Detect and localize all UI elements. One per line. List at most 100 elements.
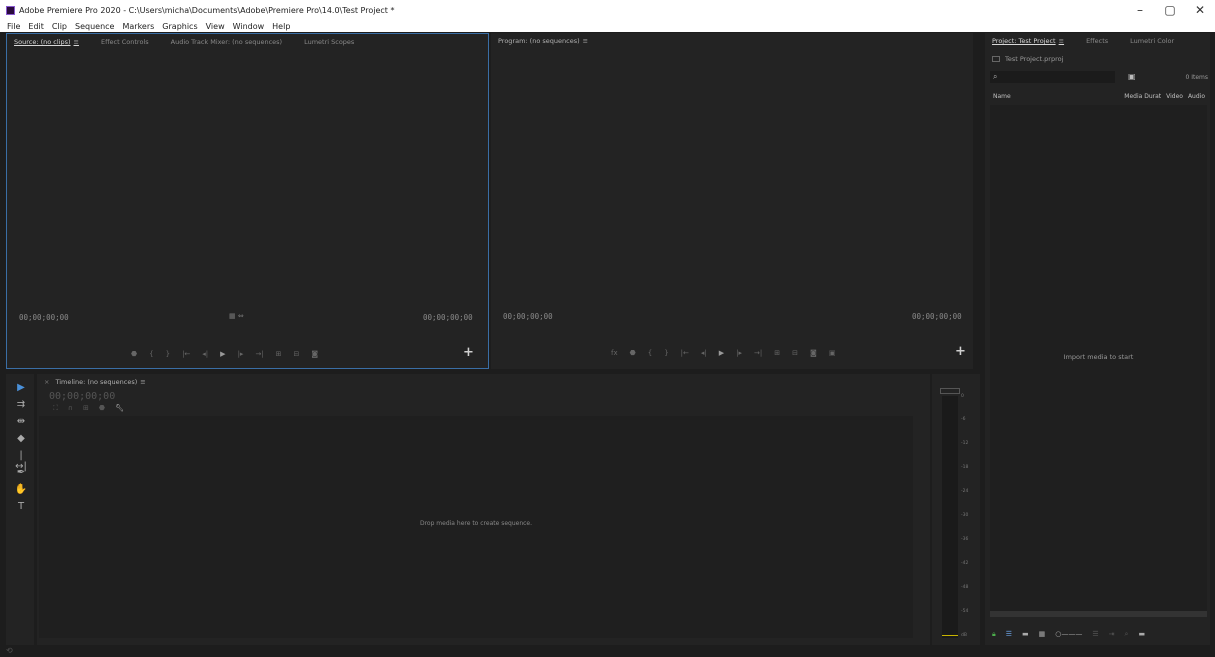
close-tab-icon[interactable]: × (44, 378, 49, 386)
sort-icon[interactable]: ☰ (1092, 630, 1098, 639)
tab-lumetri-scopes[interactable]: Lumetri Scopes (304, 38, 354, 46)
extract-icon[interactable]: ⊟ (792, 349, 798, 357)
source-transport-controls: ⬣ { } |← ◂| ▶ |▸ →| ⊞ ⊟ ◙ (131, 350, 318, 358)
track-select-tool-icon[interactable]: ⇉ (14, 399, 28, 410)
pen-tool-icon[interactable]: ✒ (14, 467, 28, 478)
snap-icon[interactable]: ∩ (68, 404, 73, 413)
menu-graphics[interactable]: Graphics (162, 22, 197, 31)
go-to-in-icon[interactable]: |← (182, 350, 190, 358)
new-bin-icon[interactable]: ▬ (1138, 630, 1145, 639)
menu-view[interactable]: View (206, 22, 225, 31)
fx-icon[interactable]: fx (611, 349, 618, 357)
mark-out-icon[interactable]: } (166, 350, 170, 358)
add-marker-icon[interactable]: ⬣ (131, 350, 137, 358)
wrench-icon[interactable]: 🔧︎ (115, 404, 124, 413)
play-icon[interactable]: ▶ (719, 349, 724, 357)
mark-in-icon[interactable]: { (149, 350, 153, 358)
empty-project-message: Import media to start (1063, 353, 1134, 361)
tab-lumetri-color[interactable]: Lumetri Color (1130, 37, 1174, 45)
menu-window[interactable]: Window (233, 22, 265, 31)
panel-menu-icon[interactable]: ≡ (583, 37, 588, 45)
go-to-out-icon[interactable]: →| (255, 350, 263, 358)
ripple-edit-tool-icon[interactable]: ⇹ (14, 416, 28, 427)
source-timecode-current[interactable]: 00;00;00;00 (19, 313, 69, 322)
new-search-bin-icon[interactable]: ▣ (1128, 72, 1136, 81)
insert-icon[interactable]: ⊞ (276, 350, 282, 358)
nest-icon[interactable]: ⛶ (53, 404, 58, 413)
step-back-icon[interactable]: ◂| (202, 350, 208, 358)
step-forward-icon[interactable]: |▸ (736, 349, 742, 357)
tab-program[interactable]: Program: (no sequences) ≡ (498, 37, 588, 45)
menu-sequence[interactable]: Sequence (75, 22, 114, 31)
project-search-input[interactable]: ⌕ (990, 71, 1115, 83)
menu-help[interactable]: Help (272, 22, 290, 31)
db-unit-label: dB (961, 633, 967, 638)
program-timecode-current[interactable]: 00;00;00;00 (503, 312, 553, 321)
program-button-editor-icon[interactable]: + (955, 344, 966, 359)
tab-effect-controls[interactable]: Effect Controls (101, 38, 149, 46)
background-task-icon[interactable]: ⟲ (6, 646, 13, 655)
meter-solo-buttons[interactable] (940, 388, 960, 394)
menu-bar: File Edit Clip Sequence Markers Graphics… (0, 20, 1215, 32)
add-marker-icon[interactable]: ⬣ (630, 349, 636, 357)
timeline-timecode[interactable]: 00;00;00;00 (49, 391, 115, 402)
menu-edit[interactable]: Edit (28, 22, 44, 31)
lift-icon[interactable]: ⊞ (774, 349, 780, 357)
add-marker-icon[interactable]: ⬣ (99, 404, 105, 413)
mark-in-icon[interactable]: { (648, 349, 652, 357)
tab-project[interactable]: Project: Test Project ≡ (992, 37, 1064, 45)
panel-menu-icon[interactable]: ≡ (140, 378, 145, 386)
menu-clip[interactable]: Clip (52, 22, 67, 31)
go-to-in-icon[interactable]: |← (681, 349, 689, 357)
icon-view-icon[interactable]: ▬ (1022, 630, 1029, 639)
timeline-track-area[interactable]: Drop media here to create sequence. (39, 416, 913, 638)
zoom-slider[interactable]: ○——— (1055, 630, 1082, 639)
comparison-view-icon[interactable]: ▣ (829, 349, 836, 357)
menu-markers[interactable]: Markers (122, 22, 154, 31)
drop-media-message: Drop media here to create sequence. (419, 520, 533, 527)
timeline-toolbar: ⛶ ∩ ⊞ ⬣ 🔧︎ (53, 404, 124, 413)
play-icon[interactable]: ▶ (220, 350, 225, 358)
source-button-editor-icon[interactable]: + (463, 345, 474, 360)
menu-file[interactable]: File (7, 22, 20, 31)
column-name[interactable]: Name (990, 93, 1124, 103)
linked-selection-icon[interactable]: ⊞ (83, 404, 89, 413)
source-tab-bar: Source: (no clips) ≡ Effect Controls Audi… (7, 34, 488, 50)
minimize-button[interactable]: – (1125, 3, 1155, 17)
type-tool-icon[interactable]: T (14, 501, 28, 512)
tab-source[interactable]: Source: (no clips) ≡ (14, 38, 79, 46)
freeform-view-icon[interactable]: ▦ (1039, 630, 1046, 639)
panel-menu-icon[interactable]: ≡ (1059, 37, 1064, 45)
step-back-icon[interactable]: ◂| (701, 349, 707, 357)
panel-menu-icon[interactable]: ≡ (74, 38, 79, 46)
column-audio[interactable]: Audio (1188, 93, 1205, 103)
tab-effects[interactable]: Effects (1086, 37, 1108, 45)
tab-timeline[interactable]: Timeline: (no sequences) ≡ (55, 378, 145, 386)
lock-icon[interactable]: 🔒︎ (992, 630, 996, 639)
program-monitor-panel: Program: (no sequences) ≡ 00;00;00;00 00;… (491, 33, 973, 369)
meter-level-indicator (942, 635, 958, 636)
source-settings-icon[interactable]: ▦ ⇔ (229, 312, 244, 320)
project-scrollbar[interactable] (990, 611, 1207, 617)
column-video[interactable]: Video (1166, 93, 1183, 103)
program-transport-controls: fx ⬣ { } |← ◂| ▶ |▸ →| ⊞ ⊟ ◙ ▣ (611, 349, 835, 357)
go-to-out-icon[interactable]: →| (754, 349, 762, 357)
automate-to-sequence-icon[interactable]: ⇥ (1109, 630, 1115, 639)
mark-out-icon[interactable]: } (664, 349, 668, 357)
column-media-duration[interactable]: Media Durat (1124, 93, 1161, 103)
razor-tool-icon[interactable]: ◆ (14, 433, 28, 444)
maximize-button[interactable]: ▢ (1155, 3, 1185, 17)
project-item-list[interactable]: Import media to start (990, 105, 1207, 613)
selection-tool-icon[interactable]: ▶ (14, 382, 28, 393)
title-bar: Adobe Premiere Pro 2020 - C:\Users\micha… (0, 0, 1215, 20)
list-view-icon[interactable]: ☰ (1006, 630, 1012, 639)
hand-tool-icon[interactable]: ✋ (14, 484, 28, 495)
step-forward-icon[interactable]: |▸ (238, 350, 244, 358)
tab-audio-track-mixer[interactable]: Audio Track Mixer: (no sequences) (171, 38, 282, 46)
close-button[interactable]: ✕ (1185, 3, 1215, 17)
overwrite-icon[interactable]: ⊟ (294, 350, 300, 358)
export-frame-icon[interactable]: ◙ (810, 349, 817, 357)
find-icon[interactable]: ⌕ (1125, 630, 1129, 639)
export-frame-icon[interactable]: ◙ (311, 350, 318, 358)
db-label: -54 (961, 609, 969, 614)
